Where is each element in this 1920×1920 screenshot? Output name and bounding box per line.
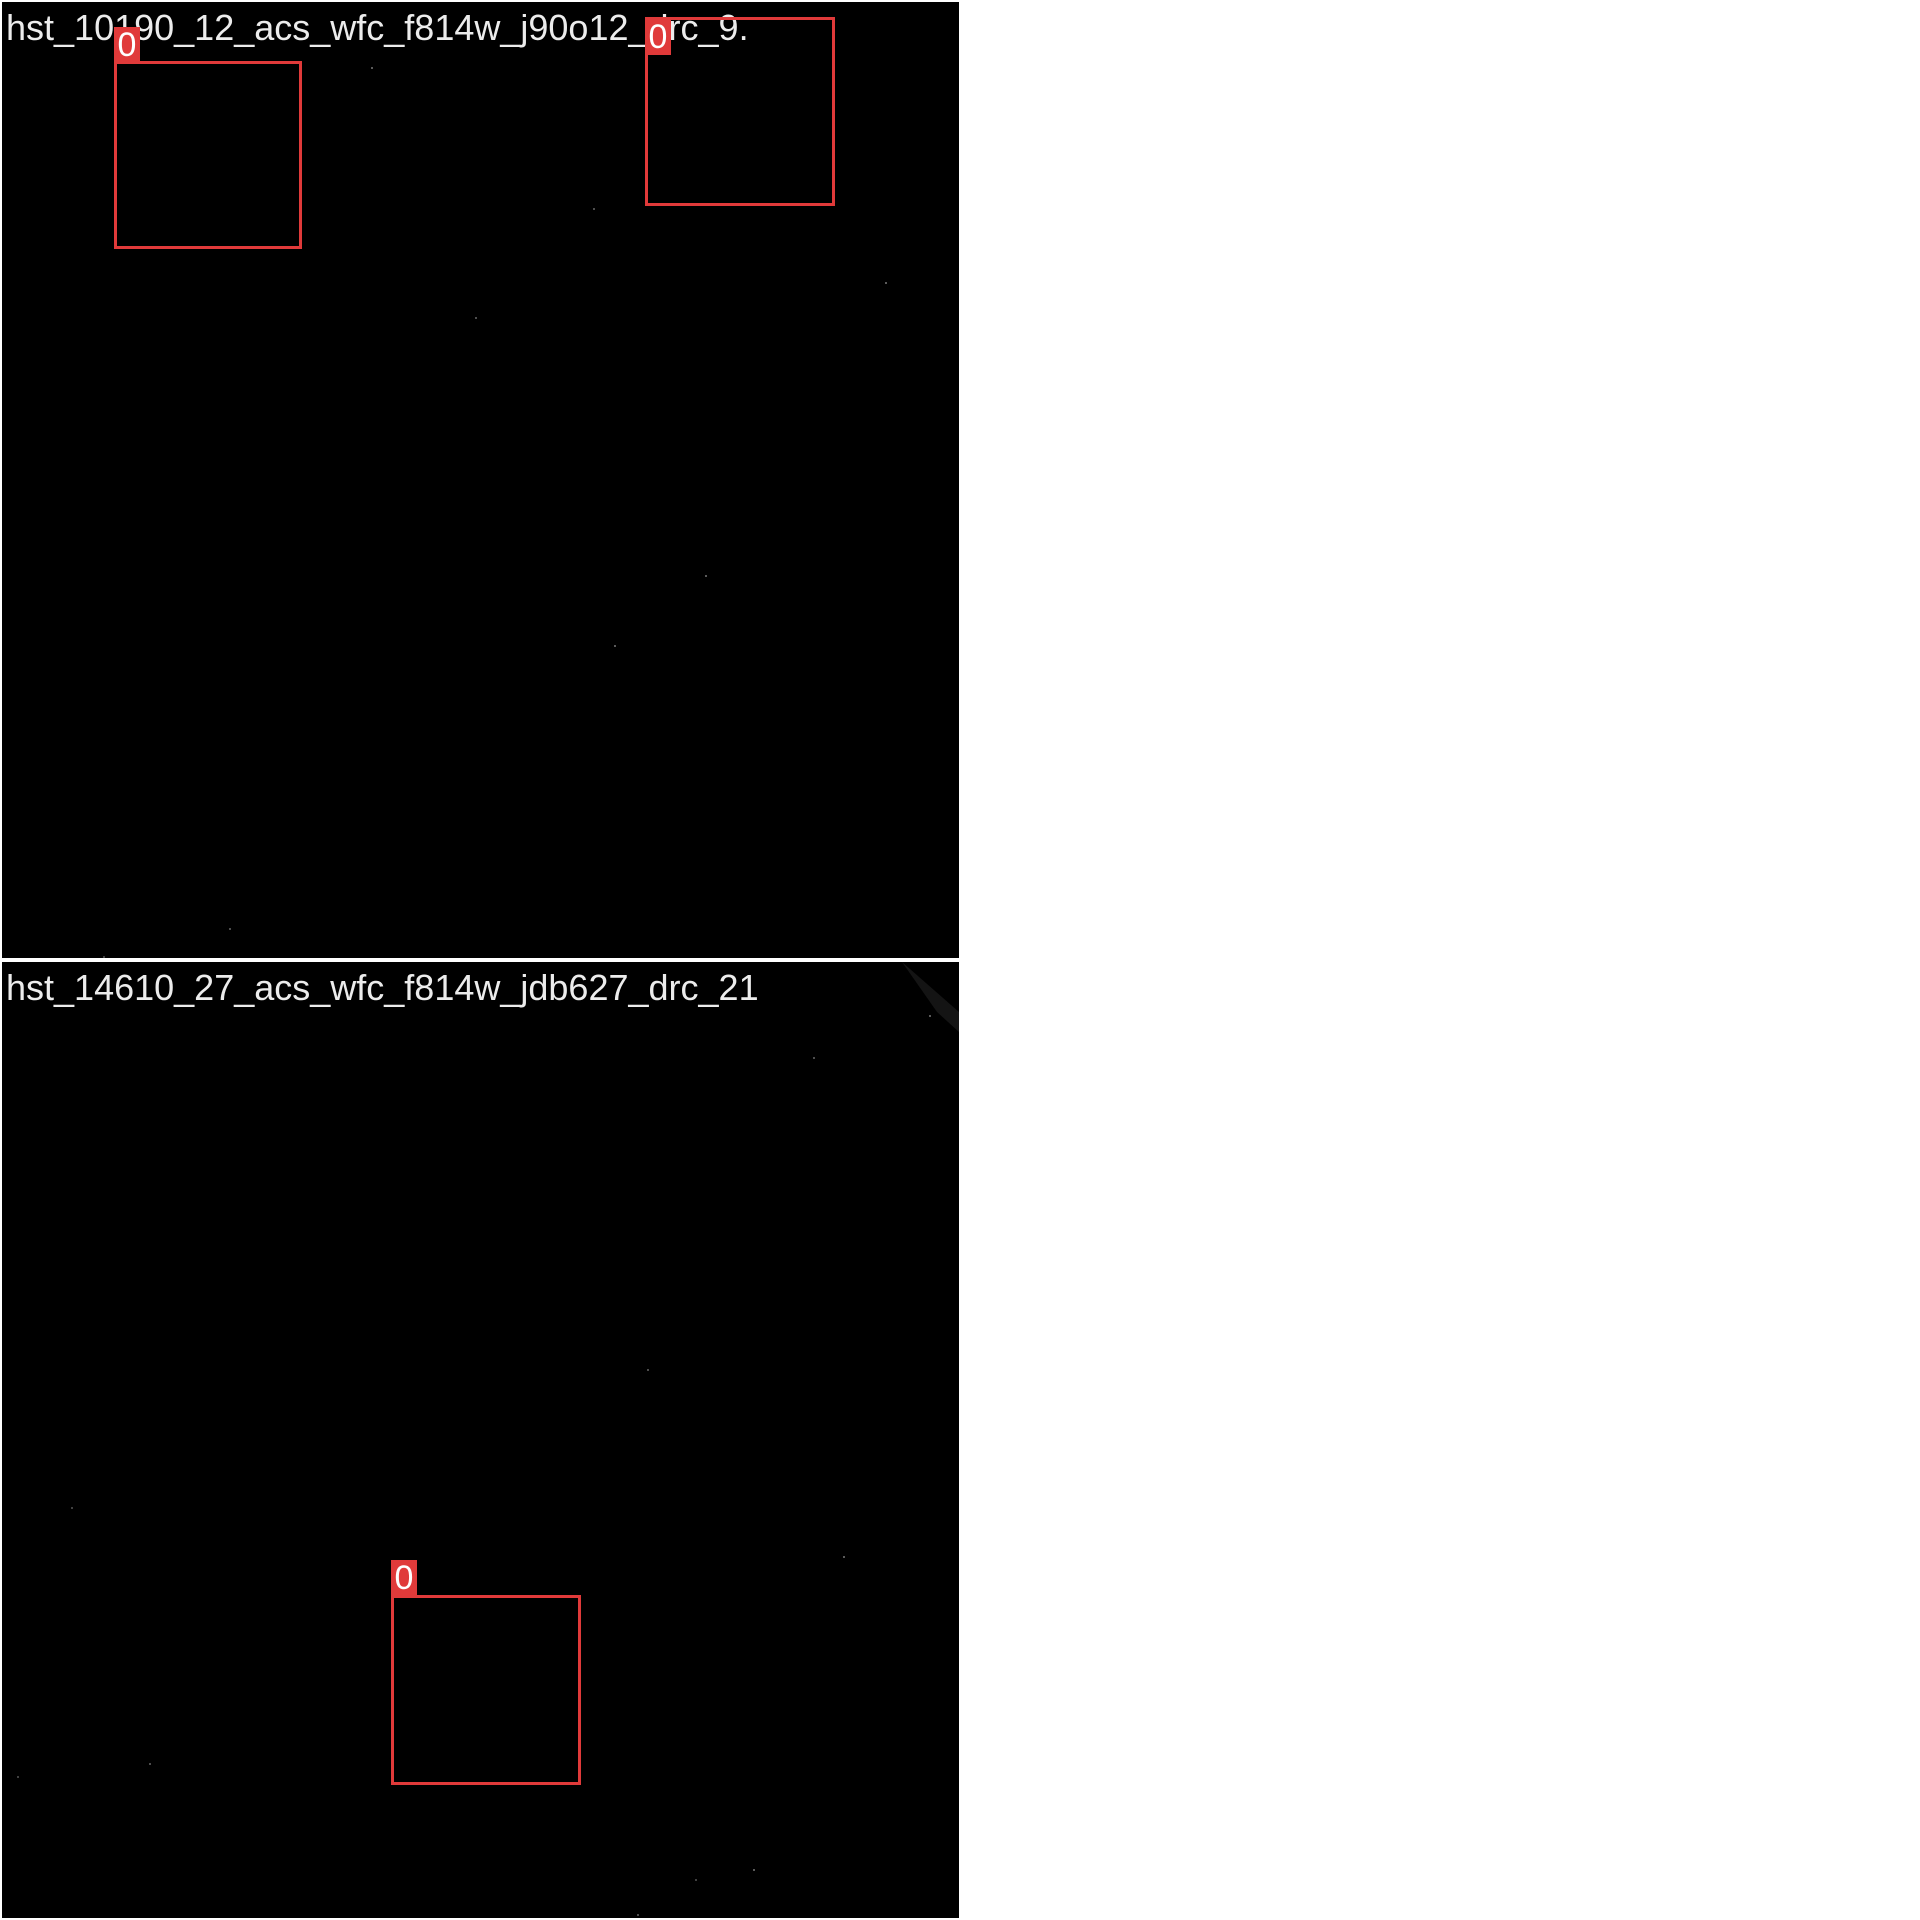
image-tile: hst_14610_27_acs_wfc_f814w_jdb627_drc_21… [2,962,959,1918]
star [71,1507,73,1509]
star [647,1369,649,1371]
star [371,67,373,69]
star [843,1556,845,1558]
box-class-label: 0 [114,27,140,63]
bounding-box [645,17,835,206]
star [229,928,231,930]
image-mosaic: hst_10190_12_acs_wfc_f814w_j90o12_drc_9.… [0,0,1920,1920]
image-tile: hst_10190_12_acs_wfc_f814w_j90o12_drc_9.… [2,2,959,958]
star [705,575,707,577]
star [103,956,105,958]
star [929,1015,931,1017]
star [593,208,595,210]
tile-title: hst_14610_27_acs_wfc_f814w_jdb627_drc_21 [6,967,759,1008]
star [149,1763,151,1765]
box-class-label: 0 [391,1560,417,1596]
star [475,317,477,319]
star [695,1879,697,1881]
star [813,1057,815,1059]
star [753,1869,755,1871]
diffraction-artifact [902,962,959,1032]
star [885,282,887,284]
bounding-box [391,1595,581,1785]
star [614,645,616,647]
star [637,1914,639,1916]
star [17,1776,19,1778]
box-class-label: 0 [645,19,671,55]
bounding-box [114,61,302,249]
